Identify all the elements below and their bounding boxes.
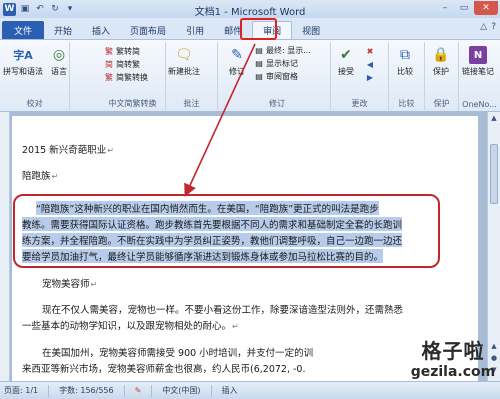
- watermark-line1: 格子啦: [421, 339, 485, 363]
- group-comments: 🗨 新建批注 批注: [166, 42, 218, 110]
- language-icon: ◎: [52, 47, 66, 63]
- doc-line-pet-4: 来西亚等新兴市场，宠物美容师薪金也很高，约人民币(6,2072, -0.: [22, 364, 306, 375]
- status-page[interactable]: 页面: 1/1: [4, 385, 38, 396]
- tab-review[interactable]: 审阅: [252, 21, 293, 39]
- accept-icon: ✔: [340, 47, 352, 63]
- doc-line-selected-1: “陪跑族”这种新兴的职业在国内悄然而生。在美国，“陪跑族”更正式的叫法是跑步: [36, 201, 379, 215]
- protect-button[interactable]: 🔒 保护: [430, 44, 452, 77]
- group-protect: 🔒 保护 保护: [425, 42, 459, 110]
- reject-icon: ✖: [366, 46, 374, 56]
- show-markup-button[interactable]: ▤ 显示标记: [254, 58, 298, 69]
- minimize-icon[interactable]: –: [436, 1, 454, 15]
- quick-access-toolbar: W ▣ ↶ ↻ ▾: [0, 2, 76, 16]
- language-button[interactable]: ◎ 语言: [48, 44, 70, 77]
- group-tracking: ✎ 修订 ▤ 最终: 显示... ▤ 显示标记 ▤ 审阅窗格 修订: [224, 42, 331, 110]
- review-pane-icon: ▤: [255, 72, 263, 81]
- convert-button[interactable]: 繁 简繁转换: [104, 72, 148, 83]
- scroll-thumb[interactable]: [490, 144, 498, 204]
- tab-page-layout[interactable]: 页面布局: [120, 21, 176, 39]
- new-comment-icon: 🗨: [175, 47, 193, 63]
- to-simplified-button[interactable]: 简 简转繁: [104, 59, 140, 70]
- next-change-button[interactable]: ▶: [365, 72, 375, 82]
- tab-insert[interactable]: 插入: [82, 21, 120, 39]
- track-changes-button[interactable]: ✎ 修订: [226, 44, 248, 77]
- next-icon: ▶: [366, 72, 374, 82]
- spelling-grammar-button[interactable]: 字A 拼写和语法: [3, 44, 43, 77]
- watermark-logo: 格子啦 gezila.com: [410, 335, 496, 397]
- new-comment-button[interactable]: 🗨 新建批注: [168, 44, 200, 77]
- group-label-onenote: OneNo...: [462, 100, 497, 109]
- doc-line-selected-4: 要给学员加油打气，最终让学员能够循序渐进达到锻炼身体或参加马拉松比赛的目的。: [22, 249, 384, 263]
- document-page[interactable]: 2015 新兴奇葩职业↵ 陪跑族↵ “陪跑族”这种新兴的职业在国内悄然而生。在美…: [12, 116, 478, 381]
- track-changes-icon: ✎: [231, 47, 243, 63]
- doc-line-selected-2: 教练。需要获得国际认证资格。跑步教练首先要根据不同人的需求和基础制定全套的长跑训: [22, 217, 403, 231]
- vertical-ruler: [0, 112, 10, 381]
- traditional-icon: 繁: [105, 47, 113, 56]
- tab-home[interactable]: 开始: [44, 21, 82, 39]
- group-compare: ⧉ 比较 比较: [389, 42, 425, 110]
- doc-line-selected-3: 练方案，并全程陪跑。不断在实践中为学员纠正姿势，教他们调整呼吸，自己一边跑一边还: [22, 233, 403, 247]
- customize-qat-icon[interactable]: ▾: [64, 3, 76, 15]
- onenote-icon: N: [469, 46, 487, 64]
- group-label-proofing: 校对: [26, 99, 43, 108]
- tab-mailings[interactable]: 邮件: [214, 21, 252, 39]
- group-label-comments: 批注: [183, 99, 200, 108]
- simplified-icon: 简: [105, 60, 113, 69]
- compare-button[interactable]: ⧉ 比较: [394, 44, 416, 77]
- status-language[interactable]: 中文(中国): [162, 385, 200, 396]
- group-changes: ✔ 接受 ✖ ◀ ▶ 更改: [331, 42, 389, 110]
- window-controls: – ▭ ✕: [436, 1, 498, 15]
- scroll-up-icon[interactable]: ▲: [488, 112, 500, 124]
- help-icon[interactable]: ?: [491, 22, 496, 32]
- redo-icon[interactable]: ↻: [49, 3, 61, 15]
- show-markup-icon: ▤: [255, 59, 263, 68]
- group-label-changes: 更改: [351, 99, 368, 108]
- doc-line-pet-3: 在美国加州，宠物美容师需接受 900 小时培训，并支付一定的训: [42, 348, 314, 359]
- previous-change-button[interactable]: ◀: [365, 59, 375, 69]
- ribbon-tabs: 文件 开始 插入 页面布局 引用 邮件 审阅 视图 △ ?: [0, 18, 500, 40]
- display-for-review-select[interactable]: ▤ 最终: 显示...: [254, 45, 311, 56]
- convert-icon: 繁: [105, 73, 113, 82]
- group-proofing: 字A 拼写和语法 ◎ 语言 校对: [0, 42, 70, 110]
- group-label-tracking: 修订: [269, 99, 285, 108]
- doc-line-pet-1: 现在不仅人需美容，宠物也一样。不要小看这份工作，除要深谙造型法则外，还需熟悉: [42, 305, 404, 316]
- save-icon[interactable]: ▣: [19, 3, 31, 15]
- linked-notes-button[interactable]: N 链接笔记: [462, 44, 494, 77]
- spelling-icon: 字A: [13, 49, 33, 62]
- collapse-ribbon-icon[interactable]: △: [480, 22, 487, 32]
- tabs-right-controls: △ ?: [480, 22, 496, 32]
- reject-button[interactable]: ✖: [365, 46, 375, 56]
- tab-view[interactable]: 视图: [292, 21, 330, 39]
- group-label-chinese: 中文简繁转换: [108, 99, 157, 108]
- tab-references[interactable]: 引用: [176, 21, 214, 39]
- ribbon: 字A 拼写和语法 ◎ 语言 校对 繁 繁转简 简 简转繁 繁 简繁转换 中文简繁…: [0, 40, 500, 112]
- tab-file[interactable]: 文件: [2, 21, 45, 39]
- maximize-icon[interactable]: ▭: [455, 1, 473, 15]
- proofing-status-icon[interactable]: ✎: [135, 386, 142, 395]
- review-pane-button[interactable]: ▤ 审阅窗格: [254, 71, 298, 82]
- close-icon[interactable]: ✕: [474, 1, 498, 15]
- undo-icon[interactable]: ↶: [34, 3, 46, 15]
- status-insert-mode[interactable]: 插入: [222, 385, 238, 396]
- doc-line-pet-2: 一些基本的动物学知识，以及跟宠物相处的耐心。↵: [22, 321, 239, 332]
- doc-line-subheading: 陪跑族↵: [22, 171, 59, 182]
- group-onenote: N 链接笔记 OneNo...: [459, 42, 500, 110]
- word-icon[interactable]: W: [3, 2, 16, 16]
- doc-line-pet-heading: 宠物美容师↵: [42, 279, 98, 290]
- watermark-line2: gezila.com: [410, 364, 496, 380]
- group-label-compare: 比较: [398, 99, 415, 108]
- group-label-protect: 保护: [433, 99, 450, 108]
- title-bar: W ▣ ↶ ↻ ▾ 文档1 - Microsoft Word – ▭ ✕: [0, 0, 500, 18]
- to-traditional-button[interactable]: 繁 繁转简: [104, 46, 140, 57]
- doc-line-heading: 2015 新兴奇葩职业↵: [22, 145, 114, 156]
- accept-button[interactable]: ✔ 接受: [335, 44, 357, 77]
- compare-icon: ⧉: [400, 47, 410, 63]
- status-word-count[interactable]: 字数: 156/556: [59, 385, 113, 396]
- previous-icon: ◀: [366, 59, 374, 69]
- lock-icon: 🔒: [432, 47, 450, 63]
- display-icon: ▤: [255, 46, 263, 55]
- group-chinese-conversion: 繁 繁转简 简 简转繁 繁 简繁转换 中文简繁转换: [100, 42, 166, 110]
